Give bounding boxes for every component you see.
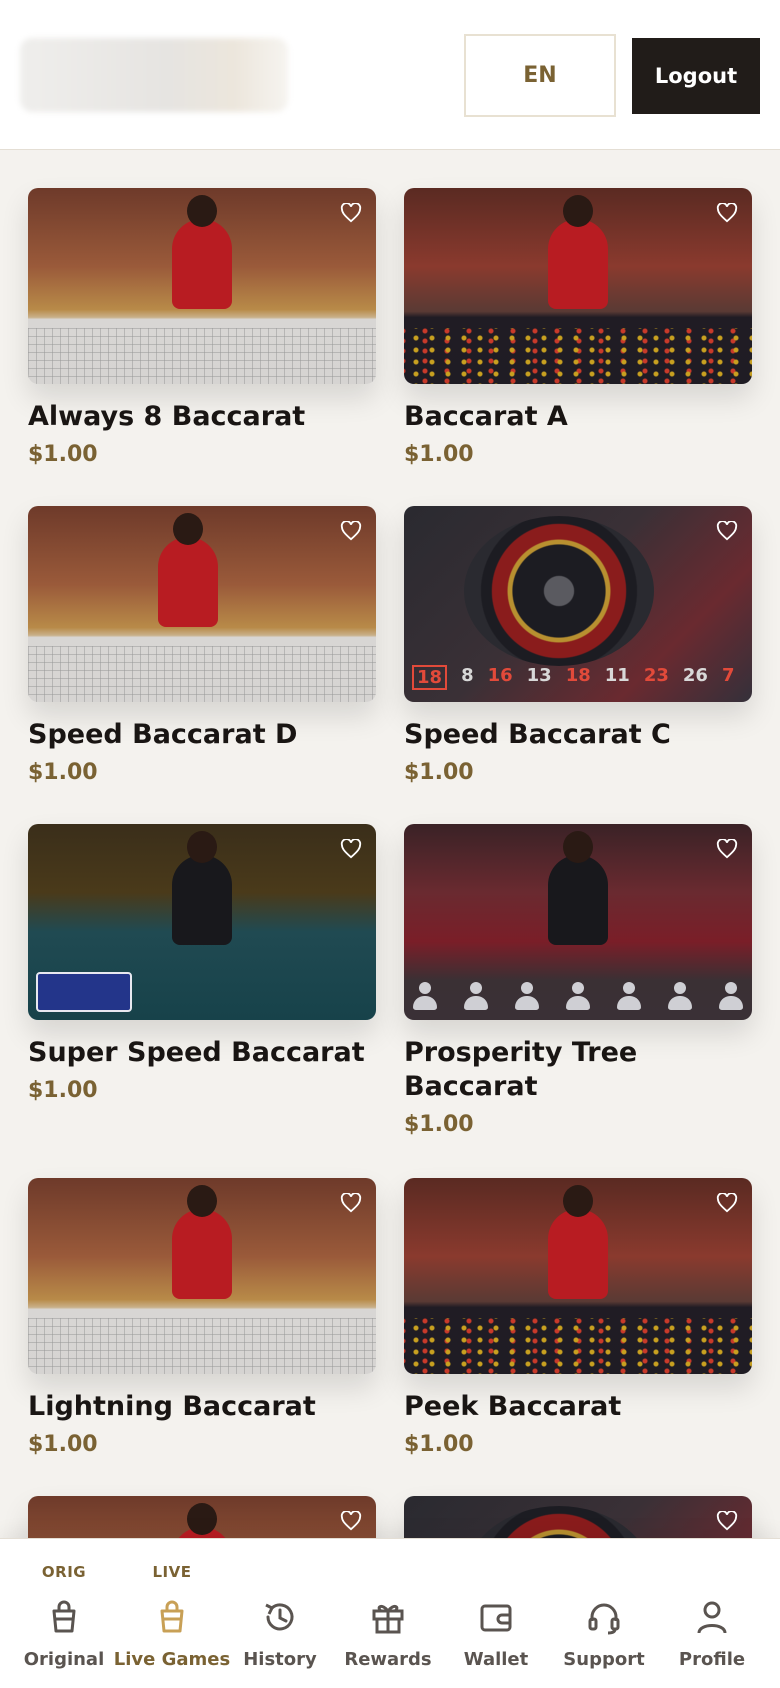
recent-number: 16 [487,665,513,686]
profile-icon [697,1601,727,1634]
seat-icon [412,982,438,1012]
game-price: $1.00 [404,760,474,785]
favorite-heart-icon[interactable] [336,834,366,864]
nav-item-original[interactable]: ORIG Original [10,1539,118,1688]
dealer-figure [172,195,232,310]
game-thumbnail[interactable] [404,1178,752,1374]
nav-badge: LIVE [152,1563,192,1581]
game-price: $1.00 [28,760,98,785]
dealer-figure [548,831,608,946]
game-price: $1.00 [404,442,474,467]
game-card[interactable]: Lightning Baccarat $1.00 [28,1178,376,1457]
seat-icon [667,982,693,1012]
game-card[interactable]: Always 8 Baccarat $1.00 [28,188,376,467]
game-card[interactable]: Baccarat A $1.00 [404,188,752,467]
game-card[interactable]: Peek Baccarat $1.00 [404,1178,752,1457]
roulette-wheel [464,516,654,666]
player-seats [412,982,744,1012]
recent-number: 8 [461,665,474,686]
game-title: Super Speed Baccarat [28,1037,365,1068]
favorite-heart-icon[interactable] [712,834,742,864]
nav-item-wallet[interactable]: Wallet [442,1539,550,1688]
scoreboard [28,328,376,384]
favorite-heart-icon[interactable] [712,1188,742,1218]
game-price: $1.00 [404,1112,474,1137]
bag-icon [160,1600,184,1633]
nav-item-live-games[interactable]: LIVE Live Games [114,1539,230,1688]
favorite-heart-icon[interactable] [712,516,742,546]
favorite-heart-icon[interactable] [712,1506,742,1536]
wallet-icon [480,1604,512,1632]
nav-item-profile[interactable]: Profile [658,1539,766,1688]
game-thumbnail[interactable] [28,1178,376,1374]
game-card[interactable]: Prosperity Tree Baccarat $1.00 [404,824,752,1137]
seat-icon [565,982,591,1012]
texas-holdem-logo [36,972,132,1012]
game-title: Lightning Baccarat [28,1391,316,1422]
favorite-heart-icon[interactable] [336,1506,366,1536]
game-thumbnail[interactable] [28,506,376,702]
scoreboard [28,1318,376,1374]
dealer-figure [158,513,219,628]
bag-icon [52,1600,76,1633]
favorite-heart-icon[interactable] [712,198,742,228]
top-header: EN Logout [0,0,780,150]
seat-icon [463,982,489,1012]
nav-item-history[interactable]: History [226,1539,334,1688]
nav-item-rewards[interactable]: Rewards [334,1539,442,1688]
recent-number: 18 [565,665,591,686]
nav-item-support[interactable]: Support [550,1539,658,1688]
nav-badge: ORIG [41,1563,87,1581]
recent-number: 13 [526,665,552,686]
scoreboard [28,646,376,702]
game-thumbnail[interactable]: 18 8 16 13 18 11 23 26 7 [404,506,752,702]
game-thumbnail[interactable] [404,188,752,384]
game-card[interactable]: Speed Baccarat D $1.00 [28,506,376,785]
seat-icon [718,982,744,1012]
dealer-figure [172,1185,232,1300]
language-button[interactable]: EN [464,34,616,117]
recent-number: 26 [682,665,708,686]
game-thumbnail[interactable] [28,824,376,1020]
game-title: Speed Baccarat C [404,719,671,750]
game-title: Always 8 Baccarat [28,401,306,432]
headset-icon [588,1603,620,1635]
game-card[interactable]: 18 8 16 13 18 11 23 26 7 Speed Baccarat C $1.00 [404,506,752,785]
game-title: Peek Baccarat [404,1391,622,1422]
favorite-heart-icon[interactable] [336,1188,366,1218]
scoreboard [404,328,752,384]
seat-icon [616,982,642,1012]
game-title: Speed Baccarat D [28,719,298,750]
game-price: $1.00 [28,1078,98,1103]
seat-icon [514,982,540,1012]
logout-button[interactable]: Logout [632,38,760,114]
game-price: $1.00 [28,1432,98,1457]
bottom-navigation: ORIG Original LIVE Live Games History Re… [0,1538,780,1688]
game-price: $1.00 [404,1432,474,1457]
game-card[interactable]: Super Speed Baccarat $1.00 [28,824,376,1103]
game-price: $1.00 [28,442,98,467]
game-title: Prosperity Tree Baccarat [404,1037,638,1102]
game-thumbnail[interactable] [28,188,376,384]
recent-number: 7 [721,665,735,686]
recent-number: 23 [643,665,669,686]
scoreboard [404,1318,752,1374]
game-thumbnail[interactable] [404,824,752,1020]
dealer-figure [548,195,608,310]
brand-logo[interactable] [20,38,288,112]
dealer-figure [548,1185,608,1300]
recent-numbers: 18 8 16 13 18 11 23 26 7 [412,665,744,690]
favorite-heart-icon[interactable] [336,516,366,546]
nav-label: Profile [678,1649,746,1670]
favorite-heart-icon[interactable] [336,198,366,228]
history-icon [265,1603,294,1631]
recent-number: 18 [412,665,448,690]
recent-number: 11 [604,665,630,686]
dealer-figure [172,831,232,946]
gift-icon [372,1604,404,1634]
game-title: Baccarat A [404,401,568,432]
